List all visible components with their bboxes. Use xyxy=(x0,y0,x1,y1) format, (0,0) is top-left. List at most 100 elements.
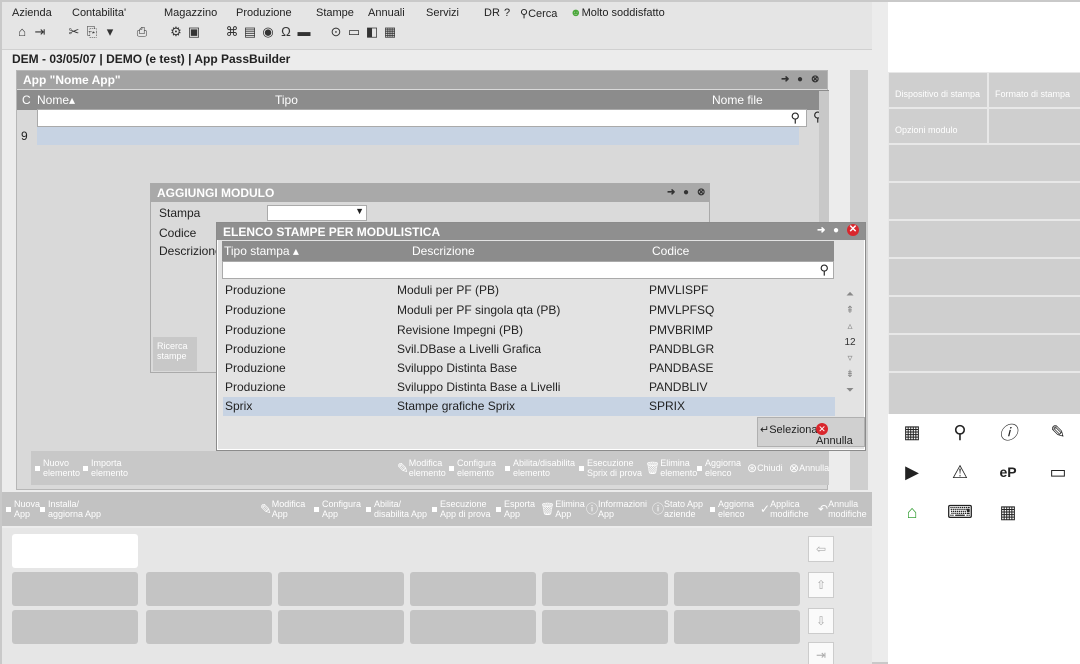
esporta-app-button[interactable]: Esporta App xyxy=(496,496,538,522)
search-input[interactable]: ⚲ xyxy=(222,261,834,279)
table-row[interactable]: Produzione Svil.DBase a Livelli Grafica PA… xyxy=(223,340,835,359)
search-icon[interactable]: ⚲ xyxy=(819,262,829,278)
table-row-selected[interactable]: Sprix Stampe grafiche Sprix SPRIX xyxy=(223,397,835,416)
monitor-icon[interactable]: ▭ xyxy=(346,24,362,40)
pin-icon[interactable]: ➜ xyxy=(667,187,675,198)
modifica-app-button[interactable]: ✎ Modifica App xyxy=(260,496,305,522)
calc-icon[interactable]: ⌘ xyxy=(224,24,240,40)
opzioni-modulo-button[interactable]: Opzioni modulo xyxy=(888,108,988,144)
first-page-icon[interactable]: ⏶ xyxy=(843,287,857,303)
up-icon[interactable]: ▵ xyxy=(843,319,857,335)
pin-icon[interactable]: ➜ xyxy=(817,225,825,236)
search-input[interactable]: ⚲ xyxy=(37,109,807,127)
column-tipo[interactable]: Tipo xyxy=(275,93,298,107)
chart-icon[interactable]: ▦ xyxy=(382,24,398,40)
table-row[interactable]: Produzione Moduli per PF singola qta (PB)… xyxy=(223,301,835,320)
menu-annuali[interactable]: Annuali xyxy=(368,7,405,19)
chart-warning-icon[interactable]: ⚠ xyxy=(936,454,984,490)
annulla-modifiche-button[interactable]: ↶ Annulla modifiche xyxy=(818,496,870,522)
column-descrizione[interactable]: Descrizione xyxy=(412,244,475,258)
page-up-icon[interactable]: ⇞ xyxy=(843,303,857,319)
card-icon[interactable]: ▭ xyxy=(1034,454,1080,490)
search-menu[interactable]: ⚲Cerca xyxy=(520,7,557,20)
column-nome-file[interactable]: Nome file xyxy=(712,93,763,107)
menu-produzione[interactable]: Produzione xyxy=(236,7,292,19)
annulla-button[interactable]: ⊗ Annulla xyxy=(789,455,829,481)
menu-help[interactable]: ? xyxy=(504,7,510,19)
esecuzione-app-button[interactable]: Esecuzione App di prova xyxy=(432,496,494,522)
page-down-icon[interactable]: ⇟ xyxy=(843,367,857,383)
formato-stampa-button[interactable]: Formato di stampa xyxy=(988,72,1080,108)
aggiorna-elenco-app-button[interactable]: Aggiorna elenco xyxy=(710,496,758,522)
column-nome[interactable]: Nome▴ xyxy=(37,93,75,107)
sign-icon[interactable]: ✎ xyxy=(1034,414,1080,450)
menu-contabilita[interactable]: Contabilita' xyxy=(72,7,126,19)
aggiorna-elenco-button[interactable]: Aggiorna elenco xyxy=(697,455,745,481)
installa-app-button[interactable]: Installa/ aggiorna App xyxy=(40,496,104,522)
tools-icon[interactable]: ⚙ xyxy=(168,24,184,40)
pin-icon[interactable]: ➜ xyxy=(781,74,789,85)
down-icon[interactable]: ▿ xyxy=(843,351,857,367)
keyboard-icon[interactable]: ⌨ xyxy=(936,494,984,530)
last-icon[interactable]: ⇥ xyxy=(808,642,834,664)
search-icon[interactable]: ⚲ xyxy=(790,110,800,126)
table-row-selected[interactable] xyxy=(37,127,799,145)
ep-lock-icon[interactable]: eP xyxy=(984,454,1032,490)
spreadsheet-icon[interactable]: ▦ xyxy=(888,414,936,450)
ricerca-stampe-button[interactable]: Ricerca stampe xyxy=(153,337,197,371)
table-row[interactable]: Produzione Revisione Impegni (PB) PMVBRIMP xyxy=(223,321,835,340)
nuova-app-button[interactable]: Nuova App xyxy=(6,496,40,522)
informazioni-app-button[interactable]: ⓘ Informazioni App xyxy=(586,496,648,522)
chiudi-button[interactable]: ⊛ Chiudi xyxy=(747,455,787,481)
globe-icon[interactable]: ◉ xyxy=(260,24,276,40)
menu-magazzino[interactable]: Magazzino xyxy=(164,7,217,19)
exit-icon[interactable]: ⇥ xyxy=(32,24,48,40)
menu-azienda[interactable]: Azienda xyxy=(12,7,52,19)
applica-modifiche-button[interactable]: ✓ Applica modifiche xyxy=(760,496,814,522)
abilita-app-button[interactable]: Abilita/ disabilita App xyxy=(366,496,430,522)
column-c[interactable]: C xyxy=(22,93,31,107)
column-codice[interactable]: Codice xyxy=(652,244,689,258)
minimize-icon[interactable]: ● xyxy=(833,225,839,236)
close-icon[interactable]: ⊗ xyxy=(697,187,705,198)
search-document-icon[interactable]: ⚲ xyxy=(936,414,984,450)
configura-elemento-button[interactable]: Configura elemento xyxy=(449,455,497,481)
empty-field[interactable] xyxy=(12,534,138,568)
target-icon[interactable]: ⊙ xyxy=(328,24,344,40)
column-tipo-stampa[interactable]: Tipo stampa ▴ xyxy=(224,244,299,258)
minimize-icon[interactable]: ● xyxy=(683,187,689,198)
elimina-elemento-button[interactable]: 🗑 Elimina elemento xyxy=(645,455,698,481)
modifica-elemento-button[interactable]: ✎ Modifica elemento xyxy=(397,455,446,481)
next-icon[interactable]: ⇩ xyxy=(808,608,834,634)
menu-dr[interactable]: DR xyxy=(484,7,500,19)
paste-icon[interactable]: ▾ xyxy=(102,24,118,40)
configura-app-button[interactable]: Configura App xyxy=(314,496,362,522)
minimize-icon[interactable]: ● xyxy=(797,74,803,85)
nuovo-elemento-button[interactable]: Nuovo elemento xyxy=(35,455,80,481)
table-row[interactable]: Produzione Sviluppo Distinta Base a Livel… xyxy=(223,378,835,397)
copy-icon[interactable]: ⎘ xyxy=(84,24,100,40)
omega-icon[interactable]: Ω xyxy=(278,24,294,40)
print-icon[interactable]: ⎙ xyxy=(134,24,150,40)
menu-servizi[interactable]: Servizi xyxy=(426,7,459,19)
stato-app-button[interactable]: ⓘ Stato App aziende xyxy=(652,496,708,522)
importa-elemento-button[interactable]: Importa elemento xyxy=(83,455,128,481)
elimina-app-button[interactable]: 🗑 Elimina App xyxy=(540,496,589,522)
close-icon[interactable]: ✕ xyxy=(847,224,859,236)
info-icon[interactable]: ⓘ xyxy=(984,414,1032,450)
mood-menu[interactable]: ☻Molto soddisfatto xyxy=(570,7,665,19)
seleziona-button[interactable]: ↵Seleziona xyxy=(760,423,818,436)
esecuzione-sprix-button[interactable]: Esecuzione Sprix di prova xyxy=(579,455,643,481)
grid-icon[interactable]: ▦ xyxy=(984,494,1032,530)
home-icon[interactable]: ⌂ xyxy=(14,24,30,40)
basket-icon[interactable]: ⌂ xyxy=(888,494,936,530)
last-page-icon[interactable]: ⏷ xyxy=(843,383,857,399)
table-row[interactable]: Produzione Sviluppo Distinta Base PANDBASE xyxy=(223,359,835,378)
menu-stampe[interactable]: Stampe xyxy=(316,7,354,19)
stampa-select[interactable]: ▼ xyxy=(267,205,367,221)
book-icon[interactable]: ▣ xyxy=(186,24,202,40)
annulla-button[interactable]: ✕Annulla xyxy=(816,423,864,447)
play-icon[interactable]: ▶ xyxy=(888,454,936,490)
battery-icon[interactable]: ▬ xyxy=(296,24,312,40)
window-icon[interactable]: ◧ xyxy=(364,24,380,40)
